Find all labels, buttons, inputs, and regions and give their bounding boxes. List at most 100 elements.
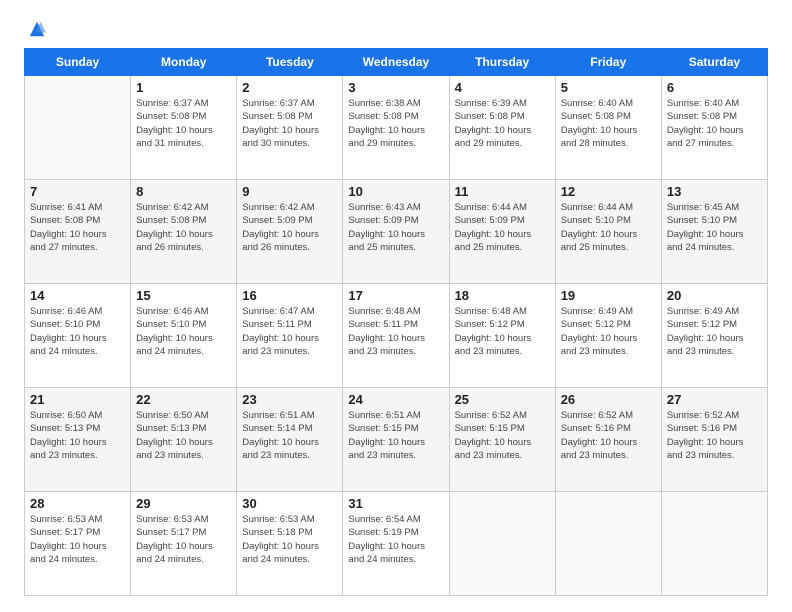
day-number: 6 <box>667 80 762 95</box>
calendar-header-sunday: Sunday <box>25 49 131 76</box>
calendar-week-row: 14 Sunrise: 6:46 AM Sunset: 5:10 PM Dayli… <box>25 284 768 388</box>
day-number: 9 <box>242 184 337 199</box>
calendar-cell: 27Sunrise: 6:52 AM Sunset: 5:16 PM Dayli… <box>661 388 767 492</box>
cell-info: Sunrise: 6:48 AM Sunset: 5:12 PM Dayligh… <box>455 305 550 358</box>
calendar-header-tuesday: Tuesday <box>237 49 343 76</box>
calendar-cell: 18Sunrise: 6:48 AM Sunset: 5:12 PM Dayli… <box>449 284 555 388</box>
calendar-cell: 3 Sunrise: 6:38 AM Sunset: 5:08 PM Daylig… <box>343 76 449 180</box>
calendar-cell: 22 Sunrise: 6:50 AM Sunset: 5:13 PM Dayli… <box>131 388 237 492</box>
logo <box>24 20 46 38</box>
calendar-cell: 11 Sunrise: 6:44 AM Sunset: 5:09 PM Dayli… <box>449 180 555 284</box>
cell-info: Sunrise: 6:53 AM Sunset: 5:17 PM Dayligh… <box>30 513 125 566</box>
cell-info: Sunrise: 6:53 AM Sunset: 5:18 PM Dayligh… <box>242 513 337 566</box>
day-number: 14 <box>30 288 125 303</box>
calendar-cell: 13 Sunrise: 6:45 AM Sunset: 5:10 PM Dayli… <box>661 180 767 284</box>
calendar-cell: 9 Sunrise: 6:42 AM Sunset: 5:09 PM Daylig… <box>237 180 343 284</box>
cell-info: Sunrise: 6:37 AM Sunset: 5:08 PM Dayligh… <box>136 97 231 150</box>
cell-info: Sunrise: 6:38 AM Sunset: 5:08 PM Dayligh… <box>348 97 443 150</box>
cell-info: Sunrise: 6:50 AM Sunset: 5:13 PM Dayligh… <box>30 409 125 462</box>
cell-info: Sunrise: 6:48 AM Sunset: 5:11 PM Dayligh… <box>348 305 443 358</box>
calendar-cell: 15 Sunrise: 6:46 AM Sunset: 5:10 PM Dayli… <box>131 284 237 388</box>
calendar-cell: 28 Sunrise: 6:53 AM Sunset: 5:17 PM Dayli… <box>25 492 131 596</box>
day-number: 24 <box>348 392 443 407</box>
day-number: 25 <box>455 392 550 407</box>
calendar-cell: 14 Sunrise: 6:46 AM Sunset: 5:10 PM Dayli… <box>25 284 131 388</box>
cell-info: Sunrise: 6:52 AM Sunset: 5:16 PM Dayligh… <box>667 409 762 462</box>
calendar-cell: 4 Sunrise: 6:39 AM Sunset: 5:08 PM Daylig… <box>449 76 555 180</box>
calendar-cell: 17Sunrise: 6:48 AM Sunset: 5:11 PM Dayli… <box>343 284 449 388</box>
calendar-cell: 19 Sunrise: 6:49 AM Sunset: 5:12 PM Dayli… <box>555 284 661 388</box>
calendar-cell: 6 Sunrise: 6:40 AM Sunset: 5:08 PM Daylig… <box>661 76 767 180</box>
calendar-header-monday: Monday <box>131 49 237 76</box>
calendar-week-row: 28 Sunrise: 6:53 AM Sunset: 5:17 PM Dayli… <box>25 492 768 596</box>
cell-info: Sunrise: 6:45 AM Sunset: 5:10 PM Dayligh… <box>667 201 762 254</box>
cell-info: Sunrise: 6:39 AM Sunset: 5:08 PM Dayligh… <box>455 97 550 150</box>
calendar-table: SundayMondayTuesdayWednesdayThursdayFrid… <box>24 48 768 596</box>
cell-info: Sunrise: 6:46 AM Sunset: 5:10 PM Dayligh… <box>30 305 125 358</box>
cell-info: Sunrise: 6:47 AM Sunset: 5:11 PM Dayligh… <box>242 305 337 358</box>
cell-info: Sunrise: 6:51 AM Sunset: 5:14 PM Dayligh… <box>242 409 337 462</box>
calendar-cell: 30 Sunrise: 6:53 AM Sunset: 5:18 PM Dayli… <box>237 492 343 596</box>
calendar-cell: 25 Sunrise: 6:52 AM Sunset: 5:15 PM Dayli… <box>449 388 555 492</box>
day-number: 28 <box>30 496 125 511</box>
cell-info: Sunrise: 6:42 AM Sunset: 5:08 PM Dayligh… <box>136 201 231 254</box>
day-number: 22 <box>136 392 231 407</box>
calendar-header-wednesday: Wednesday <box>343 49 449 76</box>
cell-info: Sunrise: 6:40 AM Sunset: 5:08 PM Dayligh… <box>667 97 762 150</box>
day-number: 3 <box>348 80 443 95</box>
cell-info: Sunrise: 6:37 AM Sunset: 5:08 PM Dayligh… <box>242 97 337 150</box>
cell-info: Sunrise: 6:42 AM Sunset: 5:09 PM Dayligh… <box>242 201 337 254</box>
day-number: 5 <box>561 80 656 95</box>
cell-info: Sunrise: 6:40 AM Sunset: 5:08 PM Dayligh… <box>561 97 656 150</box>
cell-info: Sunrise: 6:52 AM Sunset: 5:15 PM Dayligh… <box>455 409 550 462</box>
day-number: 21 <box>30 392 125 407</box>
day-number: 23 <box>242 392 337 407</box>
cell-info: Sunrise: 6:52 AM Sunset: 5:16 PM Dayligh… <box>561 409 656 462</box>
day-number: 10 <box>348 184 443 199</box>
calendar-week-row: 21 Sunrise: 6:50 AM Sunset: 5:13 PM Dayli… <box>25 388 768 492</box>
cell-info: Sunrise: 6:49 AM Sunset: 5:12 PM Dayligh… <box>561 305 656 358</box>
cell-info: Sunrise: 6:49 AM Sunset: 5:12 PM Dayligh… <box>667 305 762 358</box>
day-number: 19 <box>561 288 656 303</box>
calendar-cell: 21 Sunrise: 6:50 AM Sunset: 5:13 PM Dayli… <box>25 388 131 492</box>
calendar-cell <box>449 492 555 596</box>
calendar-cell: 5 Sunrise: 6:40 AM Sunset: 5:08 PM Daylig… <box>555 76 661 180</box>
day-number: 8 <box>136 184 231 199</box>
cell-info: Sunrise: 6:44 AM Sunset: 5:09 PM Dayligh… <box>455 201 550 254</box>
calendar-cell <box>555 492 661 596</box>
day-number: 1 <box>136 80 231 95</box>
cell-info: Sunrise: 6:43 AM Sunset: 5:09 PM Dayligh… <box>348 201 443 254</box>
page: SundayMondayTuesdayWednesdayThursdayFrid… <box>0 0 792 612</box>
calendar-cell: 7Sunrise: 6:41 AM Sunset: 5:08 PM Daylig… <box>25 180 131 284</box>
day-number: 7 <box>30 184 125 199</box>
day-number: 15 <box>136 288 231 303</box>
logo-icon <box>28 20 46 38</box>
calendar-week-row: 1 Sunrise: 6:37 AM Sunset: 5:08 PM Daylig… <box>25 76 768 180</box>
day-number: 29 <box>136 496 231 511</box>
calendar-cell: 24Sunrise: 6:51 AM Sunset: 5:15 PM Dayli… <box>343 388 449 492</box>
day-number: 11 <box>455 184 550 199</box>
day-number: 31 <box>348 496 443 511</box>
day-number: 16 <box>242 288 337 303</box>
cell-info: Sunrise: 6:46 AM Sunset: 5:10 PM Dayligh… <box>136 305 231 358</box>
calendar-cell: 10 Sunrise: 6:43 AM Sunset: 5:09 PM Dayli… <box>343 180 449 284</box>
calendar-cell: 29Sunrise: 6:53 AM Sunset: 5:17 PM Dayli… <box>131 492 237 596</box>
cell-info: Sunrise: 6:54 AM Sunset: 5:19 PM Dayligh… <box>348 513 443 566</box>
day-number: 13 <box>667 184 762 199</box>
calendar-cell: 31 Sunrise: 6:54 AM Sunset: 5:19 PM Dayli… <box>343 492 449 596</box>
calendar-week-row: 7Sunrise: 6:41 AM Sunset: 5:08 PM Daylig… <box>25 180 768 284</box>
calendar-cell: 2 Sunrise: 6:37 AM Sunset: 5:08 PM Daylig… <box>237 76 343 180</box>
day-number: 30 <box>242 496 337 511</box>
day-number: 2 <box>242 80 337 95</box>
calendar-header-friday: Friday <box>555 49 661 76</box>
calendar-cell: 12Sunrise: 6:44 AM Sunset: 5:10 PM Dayli… <box>555 180 661 284</box>
header <box>24 20 768 38</box>
cell-info: Sunrise: 6:50 AM Sunset: 5:13 PM Dayligh… <box>136 409 231 462</box>
calendar-cell: 8 Sunrise: 6:42 AM Sunset: 5:08 PM Daylig… <box>131 180 237 284</box>
calendar-cell: 20Sunrise: 6:49 AM Sunset: 5:12 PM Dayli… <box>661 284 767 388</box>
calendar-cell: 16 Sunrise: 6:47 AM Sunset: 5:11 PM Dayli… <box>237 284 343 388</box>
calendar-header-saturday: Saturday <box>661 49 767 76</box>
calendar-header-thursday: Thursday <box>449 49 555 76</box>
day-number: 4 <box>455 80 550 95</box>
calendar-cell: 23 Sunrise: 6:51 AM Sunset: 5:14 PM Dayli… <box>237 388 343 492</box>
